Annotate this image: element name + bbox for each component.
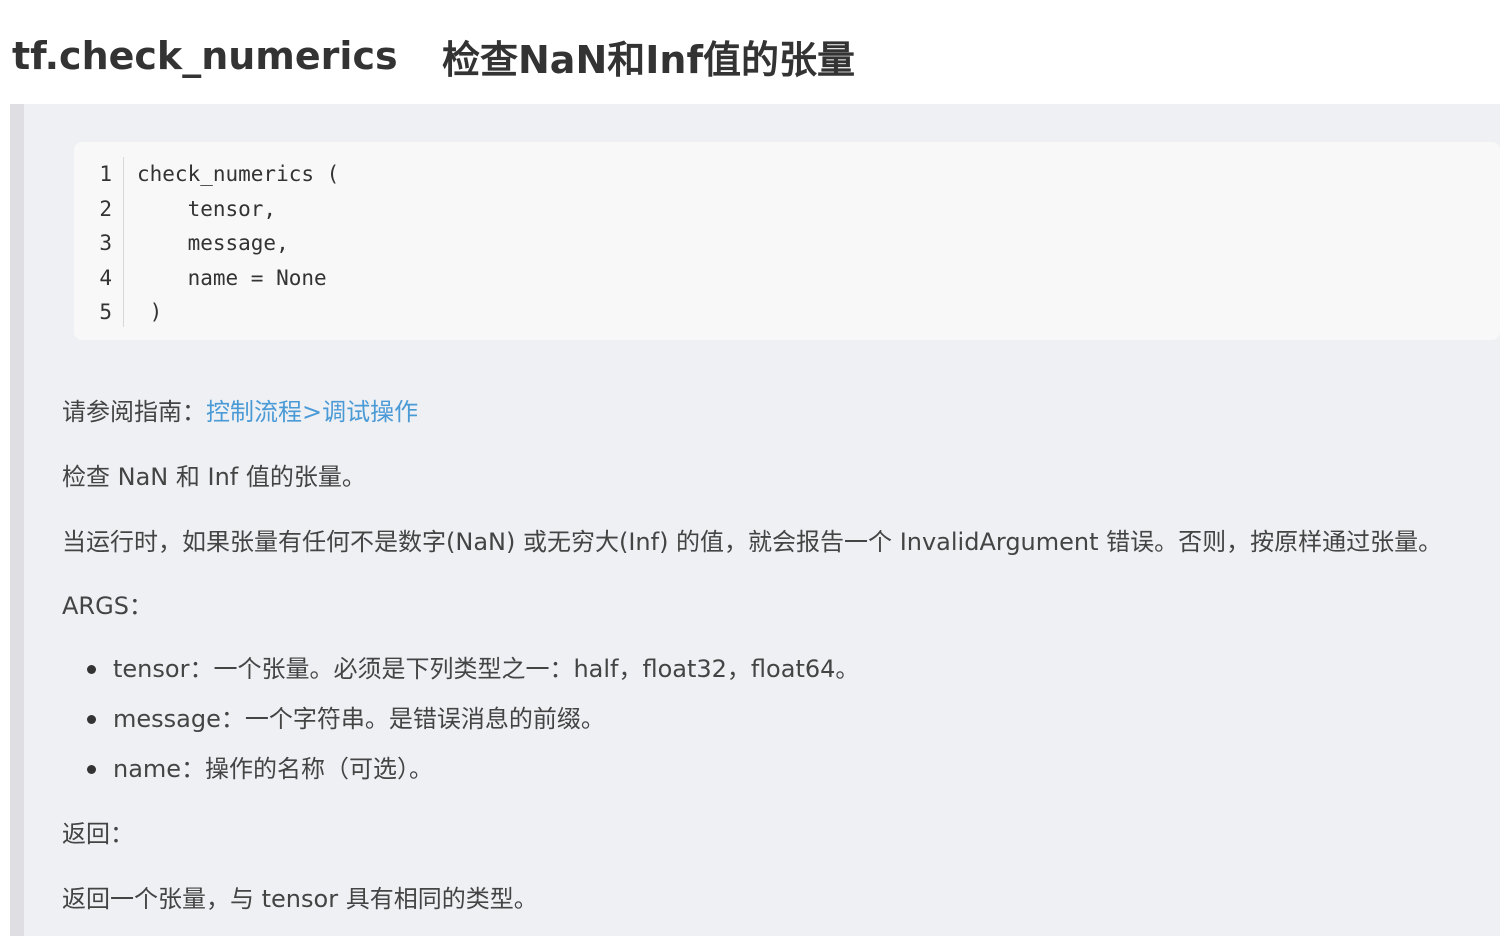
bullet-icon xyxy=(87,715,96,724)
list-item: tensor：一个张量。必须是下列类型之一：half，float32，float… xyxy=(62,652,859,702)
code-lines: check_numerics ( tensor, message, name =… xyxy=(137,157,339,330)
list-item: message：一个字符串。是错误消息的前缀。 xyxy=(62,702,859,752)
code-line: name = None xyxy=(137,265,327,290)
line-number: 3 xyxy=(99,231,112,256)
line-number-gutter: 1 2 3 4 5 xyxy=(74,157,124,327)
args-heading: ARGS： xyxy=(62,592,153,620)
code-line: message, xyxy=(137,231,289,256)
line-number: 4 xyxy=(99,265,112,290)
title-chinese: 检查NaN和Inf值的张量 xyxy=(442,37,855,82)
function-name: tf.check_numerics xyxy=(12,34,398,78)
returns-text: 返回一个张量，与 tensor 具有相同的类型。 xyxy=(62,885,538,913)
runtime-note: 当运行时，如果张量有任何不是数字(NaN) 或无穷大(Inf) 的值，就会报告一… xyxy=(62,528,1443,556)
page-title: tf.check_numerics 检查NaN和Inf值的张量 xyxy=(12,28,855,84)
code-line: ) xyxy=(137,300,163,325)
code-line: tensor, xyxy=(137,196,277,221)
line-number: 2 xyxy=(99,196,112,221)
arg-text: message：一个字符串。是错误消息的前缀。 xyxy=(113,705,605,733)
arg-text: name：操作的名称（可选）。 xyxy=(113,755,434,783)
bullet-icon xyxy=(87,765,96,774)
code-line: check_numerics ( xyxy=(137,162,340,186)
line-number: 5 xyxy=(99,300,112,325)
guide-line: 请参阅指南：控制流程>调试操作 xyxy=(62,396,418,428)
arg-text: tensor：一个张量。必须是下列类型之一：half，float32，float… xyxy=(113,655,860,683)
returns-heading: 返回： xyxy=(62,820,134,848)
guide-link[interactable]: 控制流程>调试操作 xyxy=(206,398,418,426)
description: 检查 NaN 和 Inf 值的张量。 xyxy=(62,463,366,491)
args-list: tensor：一个张量。必须是下列类型之一：half，float32，float… xyxy=(62,652,859,802)
bullet-icon xyxy=(87,665,96,674)
guide-prefix: 请参阅指南： xyxy=(62,398,206,426)
line-number: 1 xyxy=(99,162,112,186)
code-block[interactable]: 1 2 3 4 5 check_numerics ( tensor, messa… xyxy=(74,142,1500,340)
list-item: name：操作的名称（可选）。 xyxy=(62,752,859,802)
doc-content-block: 1 2 3 4 5 check_numerics ( tensor, messa… xyxy=(10,104,1500,936)
